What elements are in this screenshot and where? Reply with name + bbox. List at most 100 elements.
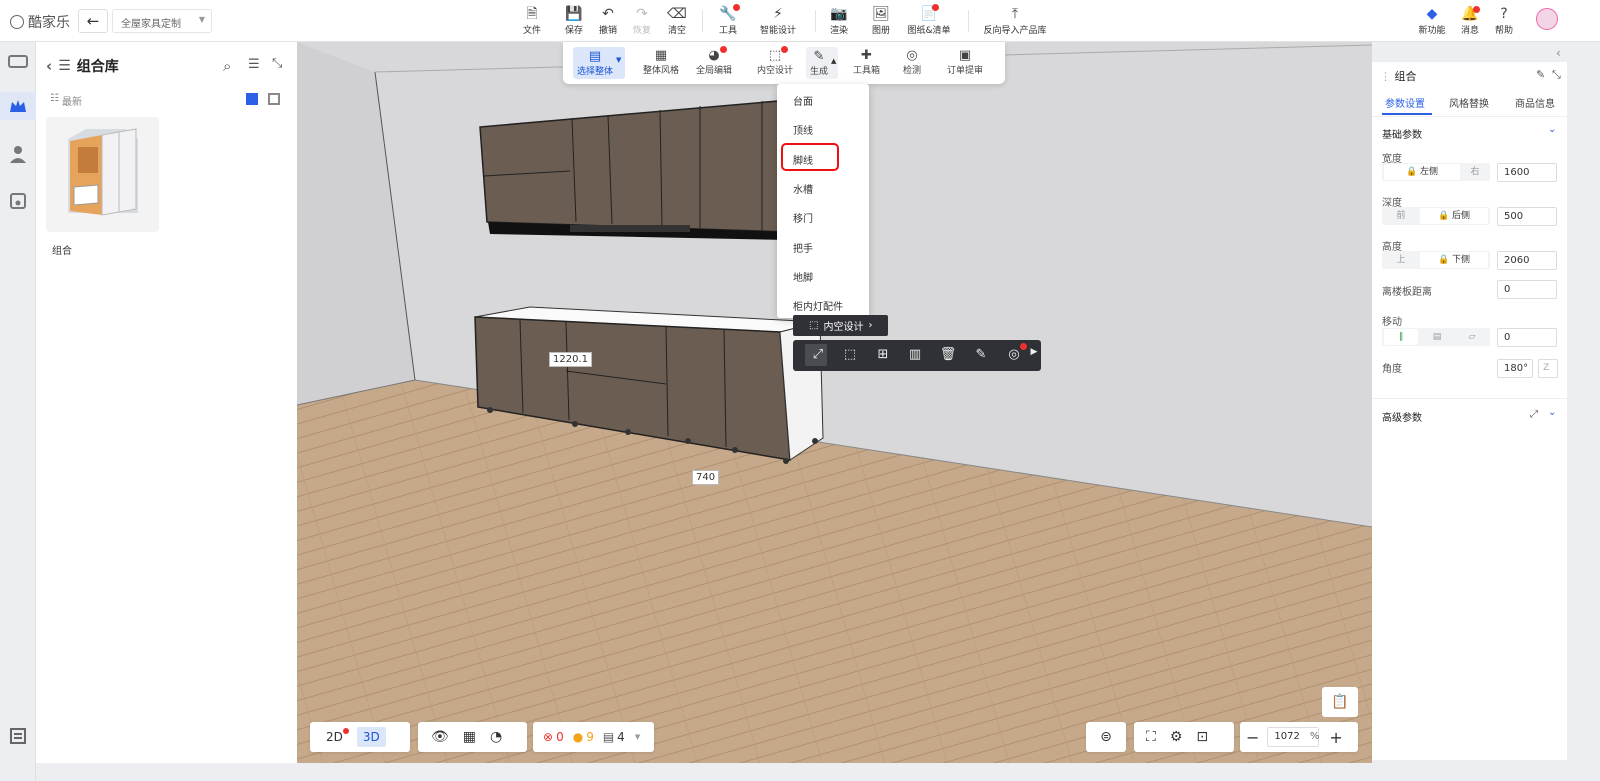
collapse-icon[interactable]: ⤡ <box>272 56 282 71</box>
zoom-input[interactable]: 1072% <box>1267 727 1320 747</box>
toolbar-smart-design-button[interactable]: ⚡ 智能设计 <box>753 6 803 36</box>
back-button[interactable]: ← <box>78 9 108 33</box>
zoom-in-icon[interactable]: + <box>1329 728 1342 747</box>
2d-icon[interactable]: ◎ <box>1005 347 1023 362</box>
depth-input[interactable]: 500 <box>1497 207 1557 226</box>
toolbar-clear-button[interactable]: ⌫ 清空 <box>657 6 697 36</box>
move-axis-toggle[interactable]: ∥ ▤ ▱ <box>1382 328 1490 346</box>
angle-axis-select[interactable]: Z <box>1538 359 1558 378</box>
toolbar-reverse-import-button[interactable]: ⤒ 反向导入产品库 <box>980 6 1050 36</box>
move-input[interactable]: 0 <box>1497 328 1557 347</box>
camera-settings-icon[interactable]: ⚙ <box>1170 729 1183 745</box>
expand-icon[interactable]: ⤢ <box>1530 409 1538 420</box>
lock-icon: 🔒 <box>1437 255 1450 265</box>
dropdown-item-sink[interactable]: 水槽 <box>793 181 813 196</box>
height-input[interactable]: 2060 <box>1497 251 1557 270</box>
status-bar[interactable]: ⊗ 0 ● 9 ▤ 4 ▼ <box>533 722 654 752</box>
toolbar-label: 消息 <box>1460 26 1479 36</box>
dropdown-item-cabinet-light[interactable]: 柜内灯配件 <box>793 298 843 313</box>
height-anchor-toggle[interactable]: 上 🔒 下侧 <box>1382 251 1490 269</box>
width-right-option[interactable]: 右 <box>1462 164 1488 180</box>
tab-product-info[interactable]: 商品信息 <box>1515 95 1555 110</box>
style-button[interactable]: ▦ 整体风格 <box>643 48 679 76</box>
sort-icon[interactable]: ☰ <box>248 57 260 72</box>
view-2d-button[interactable]: 2D <box>326 730 343 744</box>
chevron-down-icon[interactable]: ⌄ <box>1548 124 1556 135</box>
toolbar-render-button[interactable]: 📷 渲染 <box>819 6 859 36</box>
width-anchor-toggle[interactable]: 🔒 左侧 右 <box>1382 163 1490 181</box>
grid-view-icon[interactable] <box>246 93 258 105</box>
fit-view-icon[interactable]: ⊡ <box>1196 729 1208 745</box>
view-3d-button[interactable]: 3D <box>356 727 386 747</box>
toolbox-button[interactable]: ✚ 工具箱 <box>853 48 880 76</box>
tab-style-replace[interactable]: 风格替换 <box>1449 95 1489 110</box>
eye-icon[interactable]: 👁 <box>431 729 449 745</box>
chevron-left-icon[interactable]: ‹ <box>46 57 52 75</box>
select-area-icon[interactable]: ⬚ <box>841 347 859 362</box>
rail-list-icon[interactable] <box>4 722 32 750</box>
clipboard-button[interactable]: 📋 <box>1322 687 1358 717</box>
dropdown-item-sliding-door[interactable]: 移门 <box>793 210 813 225</box>
new-feature-button[interactable]: ◆ 新功能 <box>1412 6 1452 36</box>
height-down-option[interactable]: 🔒 下侧 <box>1420 252 1488 268</box>
toolbar-label: 工具 <box>718 26 737 36</box>
filter-latest[interactable]: ☷ 最新 <box>50 93 82 108</box>
list-view-icon[interactable] <box>268 93 280 105</box>
project-selector[interactable]: 全屋家具定制 ▼ <box>112 9 212 33</box>
drag-handle-icon[interactable]: ⋮ <box>1380 70 1391 83</box>
floor-distance-input[interactable]: 0 <box>1497 280 1557 299</box>
depth-anchor-toggle[interactable]: 前 🔒 后侧 <box>1382 207 1490 225</box>
rail-cabinet-icon[interactable] <box>4 47 32 75</box>
rail-library-icon[interactable] <box>0 92 36 120</box>
interior-design-popup[interactable]: ⬚ 内空设计 › <box>793 315 888 336</box>
brush-icon[interactable]: ✎ <box>972 347 990 362</box>
add-icon[interactable]: ⊞ <box>874 347 892 362</box>
collapse-icon[interactable]: ⤡ <box>1552 68 1561 82</box>
interior-design-button[interactable]: ⬚ 内空设计 <box>757 48 793 76</box>
toolbar-tools-button[interactable]: 🔧 工具 <box>708 6 748 36</box>
help-button[interactable]: ? 帮助 <box>1484 6 1524 36</box>
move-axis-y-icon[interactable]: ▤ <box>1420 329 1454 345</box>
check-button[interactable]: ◎ 检测 <box>903 48 921 76</box>
toolbar-redo-button[interactable]: ↷ 恢复 <box>622 6 662 36</box>
toolbar-drawings-button[interactable]: 📄 图纸&清单 <box>903 6 955 36</box>
toolbar-album-button[interactable]: 🖼 图册 <box>861 6 901 36</box>
global-edit-button[interactable]: ◕ 全局编辑 <box>696 48 732 76</box>
tab-params[interactable]: 参数设置 <box>1385 95 1425 110</box>
panel-collapse-icon[interactable]: ‹ <box>1556 46 1561 60</box>
rail-user-icon[interactable] <box>4 140 32 168</box>
split-icon[interactable]: ▥ <box>906 347 924 362</box>
depth-front-option[interactable]: 前 <box>1384 208 1418 224</box>
gauge-icon[interactable]: ◔ <box>490 729 502 745</box>
camera-view-icon[interactable]: ⛶ <box>1146 729 1156 745</box>
resize-icon[interactable]: ⤢ <box>809 347 827 362</box>
chevron-down-icon[interactable]: ⌄ <box>1548 407 1556 418</box>
list-icon: ☰ <box>58 58 71 74</box>
chevron-down-icon: ▼ <box>198 15 205 24</box>
rail-appliance-icon[interactable] <box>4 187 32 215</box>
chevron-down-icon[interactable]: ▼ <box>616 56 621 64</box>
avatar[interactable] <box>1536 8 1558 30</box>
dropdown-item-top-line[interactable]: 顶线 <box>793 122 813 137</box>
move-axis-z-icon[interactable]: ▱ <box>1456 329 1488 345</box>
combo-card[interactable] <box>46 117 159 232</box>
dropdown-item-handle[interactable]: 把手 <box>793 240 813 255</box>
order-submit-button[interactable]: ▣ 订单提审 <box>947 48 983 76</box>
width-input[interactable]: 1600 <box>1497 163 1557 182</box>
move-axis-x-icon[interactable]: ∥ <box>1384 329 1418 345</box>
edit-icon[interactable]: ✎ <box>1536 68 1545 81</box>
depth-back-option[interactable]: 🔒 后侧 <box>1420 208 1488 224</box>
dropdown-item-foot[interactable]: 地脚 <box>793 269 813 284</box>
toggle-bar[interactable]: ⊜ <box>1086 722 1126 752</box>
height-up-option[interactable]: 上 <box>1384 252 1418 268</box>
dropdown-item-countertop[interactable]: 台面 <box>793 93 813 108</box>
angle-input[interactable]: 180° <box>1497 359 1533 378</box>
search-icon[interactable]: ⌕ <box>223 57 231 75</box>
app-logo[interactable]: 酷家乐 <box>10 12 70 32</box>
chevron-right-icon[interactable]: ▶ <box>1029 347 1039 357</box>
trash-icon[interactable]: 🗑 <box>939 347 957 362</box>
cube-icon[interactable]: ▦ <box>463 729 476 745</box>
toolbar-file-button[interactable]: 🗎 文件 <box>512 6 552 36</box>
zoom-out-icon[interactable]: − <box>1246 728 1259 747</box>
width-left-option[interactable]: 🔒 左侧 <box>1384 164 1460 180</box>
